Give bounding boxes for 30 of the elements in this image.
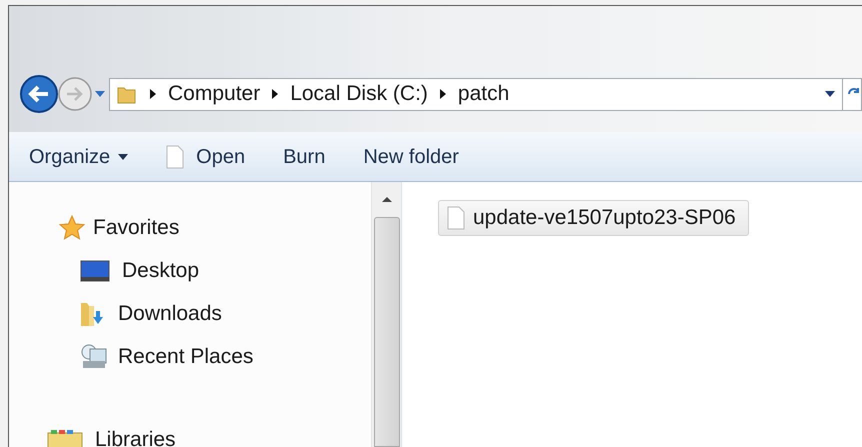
file-item[interactable]: update-ve1507upto23-SP06 xyxy=(438,200,749,236)
folder-download-icon xyxy=(80,300,104,326)
sidebar-item[interactable]: Desktop xyxy=(80,249,200,292)
back-button[interactable] xyxy=(19,74,59,114)
breadcrumb[interactable]: patch xyxy=(458,78,510,110)
chevron-right-icon xyxy=(149,89,157,99)
dropdown-arrow-icon[interactable] xyxy=(824,90,836,98)
toolbar-button[interactable]: Open xyxy=(166,142,246,172)
toolbar-button[interactable]: Burn xyxy=(283,142,326,172)
sidebar-item[interactable]: Libraries xyxy=(47,418,176,447)
toolbar-button[interactable]: Organize xyxy=(29,142,128,172)
desktop-icon xyxy=(80,260,110,282)
caret-icon xyxy=(118,154,128,160)
document-icon xyxy=(447,206,465,230)
star-icon xyxy=(59,214,85,240)
scroll-thumb[interactable] xyxy=(374,217,400,447)
libraries-icon xyxy=(47,428,83,447)
address-bar[interactable]: Computer Local Disk (C:) patch xyxy=(109,78,862,110)
sidebar-item[interactable]: Favorites xyxy=(59,206,180,249)
toolbar-button[interactable]: New folder xyxy=(363,142,459,172)
chevron-right-icon xyxy=(271,89,280,99)
chevron-right-icon xyxy=(438,89,447,99)
scroll-up-arrow-icon[interactable] xyxy=(380,196,392,203)
sidebar-item[interactable]: Recent Places xyxy=(80,335,254,378)
breadcrumb[interactable]: Local Disk (C:) xyxy=(290,78,428,110)
document-icon xyxy=(166,144,184,168)
breadcrumb[interactable]: Computer xyxy=(168,78,260,110)
recent-places-icon xyxy=(80,342,108,370)
scrollbar[interactable] xyxy=(371,182,401,447)
sidebar-item[interactable]: Downloads xyxy=(80,292,222,335)
